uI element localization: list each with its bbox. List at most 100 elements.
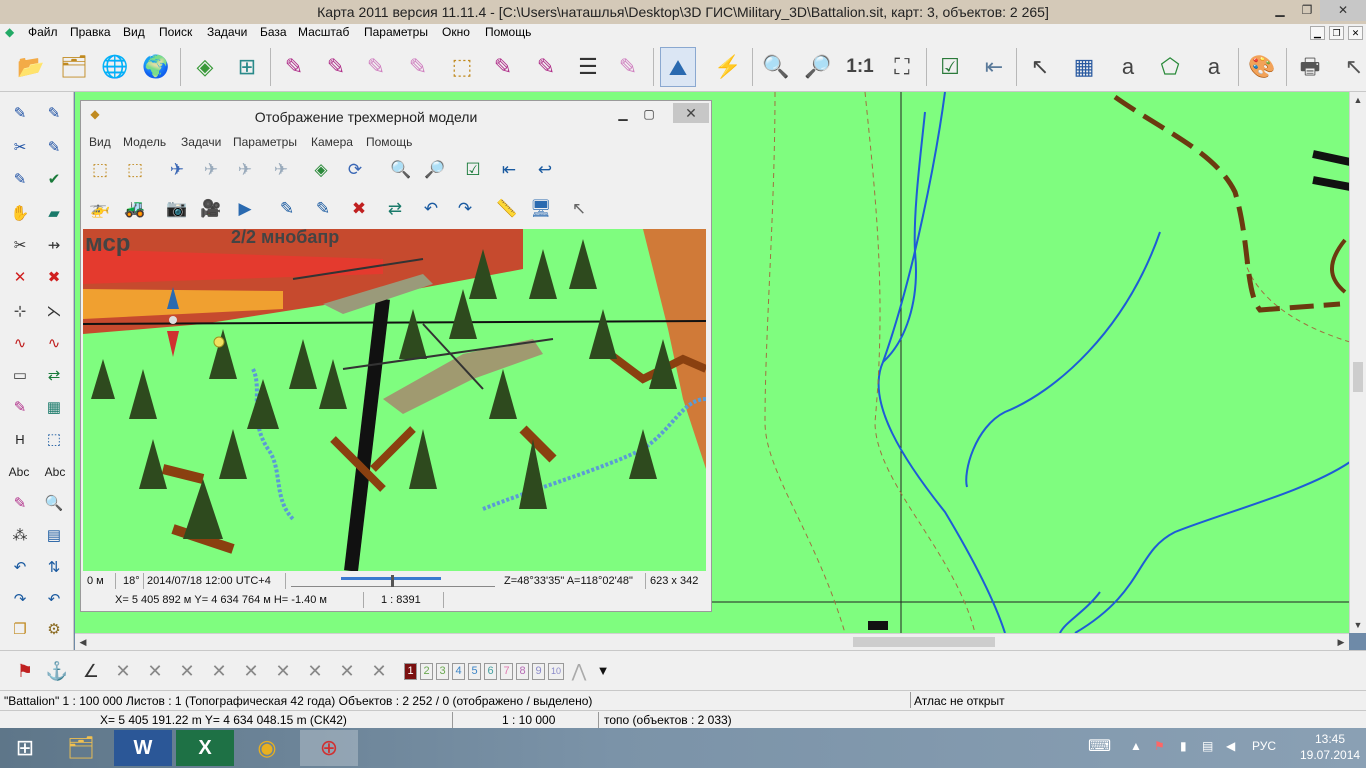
globe-info-icon[interactable]: 🌍 [138, 47, 174, 87]
3d-time-slider[interactable] [291, 575, 495, 587]
edit-check-icon[interactable]: ✔ [40, 166, 68, 194]
disabled-tool-3-icon[interactable]: ✕ [174, 658, 200, 684]
ruler-icon[interactable]: ▭ [6, 362, 34, 390]
edit-pen-check-icon[interactable]: ✎ [6, 166, 34, 194]
flag-icon[interactable]: ⚑ [12, 658, 38, 684]
disabled-tool-6-icon[interactable]: ✕ [270, 658, 296, 684]
move-point-icon[interactable]: ⊹ [6, 298, 34, 326]
3d-edit-check-icon[interactable]: ✎ [309, 195, 337, 223]
scroll-right-arrow-icon[interactable]: ▶ [1333, 634, 1349, 650]
disabled-tool-1-icon[interactable]: ✕ [110, 658, 136, 684]
add-object-icon[interactable]: ⊞ [229, 47, 265, 87]
settings-gear-icon[interactable]: ⚙ [40, 616, 68, 644]
layer-button-1[interactable]: 1 [404, 663, 417, 680]
scroll-down-arrow-icon[interactable]: ▼ [1350, 617, 1366, 633]
disabled-tool-5-icon[interactable]: ✕ [238, 658, 264, 684]
open-folders-icon[interactable]: 🗂 [56, 47, 92, 87]
3d-help-pointer-icon[interactable]: ↖ [565, 195, 593, 223]
curve-icon[interactable]: ∿ [6, 330, 34, 358]
select-text-icon[interactable]: ✎ [318, 47, 354, 87]
zoom-out-icon[interactable]: 🔍 [758, 47, 794, 87]
height-tool[interactable]: H [6, 426, 34, 454]
curve-alt-icon[interactable]: ∿ [40, 330, 68, 358]
3d-time-slider-thumb[interactable] [391, 575, 394, 587]
redo-list-icon[interactable]: ⇅ [40, 554, 68, 582]
disabled-tool-2-icon[interactable]: ✕ [142, 658, 168, 684]
3d-viewport[interactable]: мср 2/2 мнобапр [83, 229, 706, 571]
chrome-icon[interactable]: ◉ [238, 730, 296, 766]
select-area-icon[interactable]: ⬚ [444, 47, 480, 87]
globe-icon[interactable]: 🌐 [97, 47, 133, 87]
select-frame-icon[interactable]: ⬚ [40, 426, 68, 454]
3d-menu-model[interactable]: Модель [123, 135, 166, 149]
redo-icon[interactable]: ↷ [6, 586, 34, 614]
palette-icon[interactable]: 🎨 [1244, 47, 1280, 87]
3d-plane-alt-icon[interactable]: ✈ [197, 156, 225, 184]
vertical-scrollbar[interactable]: ▲ ▼ [1349, 92, 1366, 633]
points-group-icon[interactable]: ⁂ [6, 522, 34, 550]
3d-zoom-out-icon[interactable]: 🔍 [387, 156, 415, 184]
clock[interactable]: 13:45 19.07.2014 [1300, 731, 1360, 763]
network-icon[interactable]: ▤ [1202, 739, 1213, 753]
3d-window-minimize-button[interactable]: ▁ [613, 105, 633, 123]
document-icon[interactable]: ▤ [40, 522, 68, 550]
layer-button-8[interactable]: 8 [516, 663, 529, 680]
text-list-icon[interactable]: a [1196, 47, 1232, 87]
more-tools-icon[interactable]: ↖ [1336, 47, 1366, 87]
3d-ruler-icon[interactable]: 📏 [493, 195, 521, 223]
app-menu-icon[interactable]: ◆ [5, 25, 14, 39]
3d-edit-pen-icon[interactable]: ✎ [273, 195, 301, 223]
copy-icon[interactable]: ❐ [6, 616, 34, 644]
3d-plane-left-icon[interactable]: ✈ [231, 156, 259, 184]
pen-select-icon[interactable]: ✎ [6, 490, 34, 518]
3d-return-icon[interactable]: ↩ [531, 156, 559, 184]
menu-file[interactable]: Файл [28, 25, 58, 39]
transfer-icon[interactable]: ⇄ [40, 362, 68, 390]
map-app-icon[interactable]: ⊕ [300, 730, 358, 766]
select-query-icon[interactable]: ✎ [528, 47, 564, 87]
print-icon[interactable]: 🖶 [1292, 47, 1328, 87]
angle-icon[interactable]: ∠ [78, 658, 104, 684]
menu-search[interactable]: Поиск [159, 25, 192, 39]
label-pen-icon[interactable]: ✎ [6, 394, 34, 422]
select-object-icon[interactable]: ✎ [276, 47, 312, 87]
dropdown-arrow-icon[interactable]: ▼ [590, 658, 616, 684]
minimize-button[interactable]: ▁ [1266, 0, 1294, 21]
polyline-icon[interactable]: ⋀ [566, 658, 592, 684]
3d-undo-icon[interactable]: ↶ [417, 195, 445, 223]
anchor-icon[interactable]: ⚓ [44, 658, 70, 684]
3d-window-maximize-button[interactable]: ▢ [639, 105, 659, 123]
language-indicator[interactable]: РУС [1252, 739, 1276, 753]
layer-button-6[interactable]: 6 [484, 663, 497, 680]
layer-button-3[interactable]: 3 [436, 663, 449, 680]
menu-scale[interactable]: Масштаб [298, 25, 349, 39]
delete-icon[interactable]: ✕ [6, 264, 34, 292]
3d-transfer-icon[interactable]: ⇄ [381, 195, 409, 223]
text-tool-1[interactable]: Abc [4, 458, 34, 486]
menu-edit[interactable]: Правка [70, 25, 111, 39]
layer-button-4[interactable]: 4 [452, 663, 465, 680]
battery-icon[interactable]: ▮ [1180, 739, 1187, 753]
text-select-icon[interactable]: a [1110, 47, 1146, 87]
3d-window-close-button[interactable]: ✕ [673, 103, 709, 123]
hand-icon[interactable]: ✋ [6, 200, 34, 228]
table-icon[interactable]: ▦ [40, 394, 68, 422]
3d-plane-right-icon[interactable]: ✈ [267, 156, 295, 184]
3d-delete-icon[interactable]: ✖ [345, 195, 373, 223]
3d-menu-parameters[interactable]: Параметры [233, 135, 297, 149]
cut-icon[interactable]: ✂ [6, 232, 34, 260]
close-button[interactable]: ✕ [1320, 0, 1366, 21]
zoom-add-icon[interactable]: 🔍 [40, 490, 68, 518]
photo-camera-icon[interactable]: 📷 [163, 195, 191, 223]
3d-menu-help[interactable]: Помощь [366, 135, 412, 149]
disabled-tool-4-icon[interactable]: ✕ [206, 658, 232, 684]
layers-icon[interactable]: ◈ [187, 47, 223, 87]
3d-menu-camera[interactable]: Камера [311, 135, 353, 149]
zoom-in-icon[interactable]: 🔎 [800, 47, 836, 87]
select-more-icon[interactable]: ✎ [358, 47, 394, 87]
layer-button-7[interactable]: 7 [500, 663, 513, 680]
menu-parameters[interactable]: Параметры [364, 25, 428, 39]
menu-view[interactable]: Вид [123, 25, 145, 39]
scale-1-1-button[interactable]: 1:1 [842, 47, 878, 87]
add-to-selection-icon[interactable]: ✎ [485, 47, 521, 87]
